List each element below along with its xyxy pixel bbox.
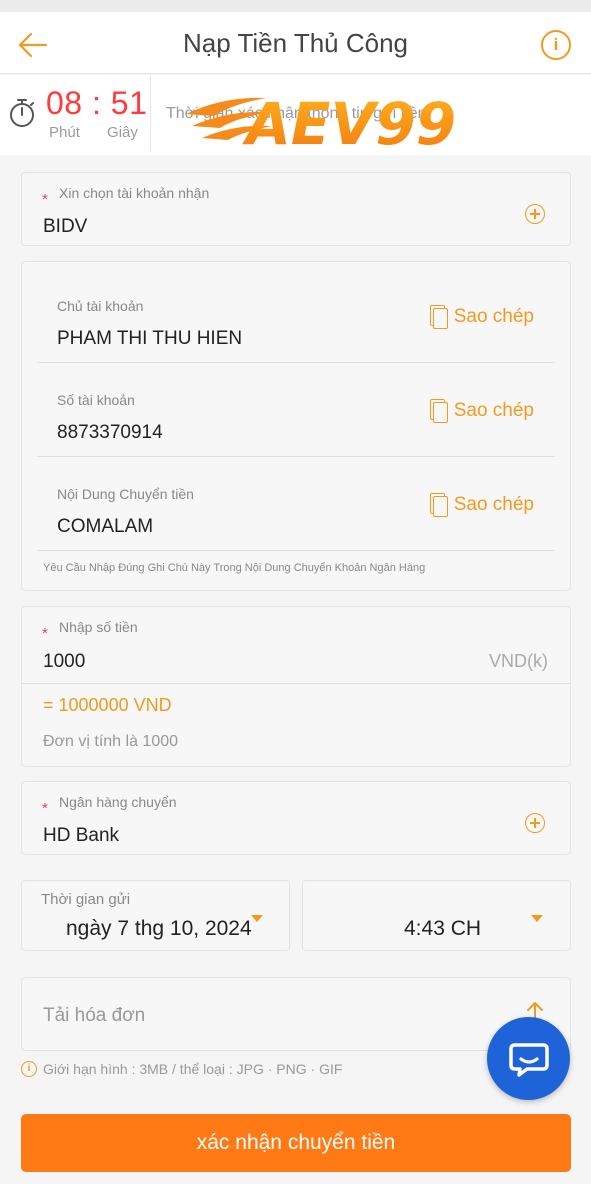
receive-account-label: Xin chọn tài khoản nhận	[59, 185, 210, 201]
timer-digits: 08 : 51	[46, 85, 148, 122]
stopwatch-icon	[10, 99, 34, 127]
receive-account-field[interactable]: * Xin chọn tài khoản nhận BIDV	[21, 172, 571, 246]
account-details-card: Chủ tài khoản PHAM THI THU HIEN Sao chép…	[21, 261, 571, 591]
sending-bank-value: HD Bank	[43, 825, 120, 846]
account-holder-label: Chủ tài khoản	[57, 298, 144, 314]
minutes-label: Phút	[49, 124, 80, 141]
amount-unit: VND(k)	[489, 651, 548, 671]
copy-button-transfer-content[interactable]: Sao chép	[429, 493, 534, 517]
timer-seconds: 51	[110, 85, 148, 121]
date-picker[interactable]: Thời gian gửi ngày 7 thg 10, 2024	[21, 880, 290, 951]
transfer-content-value: COMALAM	[57, 516, 154, 537]
copy-button-account-holder[interactable]: Sao chép	[429, 305, 534, 329]
plus-circle-icon[interactable]	[525, 204, 545, 224]
send-date-value: ngày 7 thg 10, 2024	[66, 917, 252, 940]
plus-circle-icon[interactable]	[525, 813, 545, 833]
converted-amount: = 1000000 VND	[43, 695, 172, 715]
required-mark: *	[42, 625, 48, 642]
header: Nạp Tiền Thủ Công i	[0, 12, 591, 74]
status-bar	[0, 0, 591, 12]
transfer-note: Yêu Cầu Nhập Đúng Ghi Chú Này Trong Nội …	[43, 562, 426, 574]
divider	[22, 683, 570, 684]
chat-bubble-icon	[508, 1042, 549, 1077]
upload-limit: i Giới hạn hình : 3MB / thể loại : JPG ·…	[21, 1061, 342, 1077]
dropdown-arrow-icon	[251, 915, 263, 922]
svg-text:AEV99: AEV99	[242, 92, 456, 152]
countdown: 08 : 51 Phút Giây	[46, 85, 148, 141]
account-number-label: Số tài khoản	[57, 392, 135, 408]
divider	[37, 456, 555, 457]
send-time-value: 4:43 CH	[404, 917, 482, 940]
amount-input[interactable]: 1000	[43, 651, 85, 673]
time-picker[interactable]: 4:43 CH	[302, 880, 571, 951]
copy-label: Sao chép	[453, 494, 534, 515]
dropdown-arrow-icon	[531, 915, 543, 922]
send-time-label: Thời gian gửi	[41, 891, 131, 908]
sending-bank-field[interactable]: * Ngân hàng chuyển HD Bank	[21, 781, 571, 855]
brand-logo: AEV99	[186, 92, 456, 152]
seconds-label: Giây	[107, 124, 138, 141]
receive-account-value: BIDV	[43, 216, 88, 237]
divider	[150, 75, 151, 151]
sending-bank-label: Ngân hàng chuyển	[59, 794, 177, 810]
info-button[interactable]: i	[541, 30, 571, 60]
amount-hint: Đơn vị tính là 1000	[43, 733, 179, 750]
copy-icon	[429, 493, 448, 517]
copy-label: Sao chép	[453, 306, 534, 327]
required-mark: *	[42, 800, 48, 817]
submit-button[interactable]: xác nhận chuyển tiền	[21, 1114, 571, 1172]
copy-icon	[429, 305, 448, 329]
info-icon: i	[21, 1061, 37, 1077]
upload-placeholder: Tải hóa đơn	[43, 1005, 146, 1026]
upload-field[interactable]: Tải hóa đơn	[21, 977, 571, 1051]
required-mark: *	[42, 191, 48, 208]
chat-button[interactable]	[487, 1017, 570, 1100]
upload-limit-text: Giới hạn hình : 3MB / thể loại : JPG · P…	[43, 1061, 343, 1077]
copy-label: Sao chép	[453, 400, 534, 421]
copy-button-account-number[interactable]: Sao chép	[429, 399, 534, 423]
account-holder-value: PHAM THI THU HIEN	[57, 328, 243, 349]
divider	[37, 362, 555, 363]
copy-icon	[429, 399, 448, 423]
amount-card: * Nhập số tiền 1000 VND(k) = 1000000 VND…	[21, 606, 571, 767]
account-number-value: 8873370914	[57, 422, 163, 443]
divider	[37, 550, 555, 551]
page-title: Nạp Tiền Thủ Công	[183, 28, 408, 58]
timer-separator: :	[91, 85, 102, 121]
timer-minutes: 08	[46, 85, 83, 121]
transfer-content-label: Nội Dung Chuyển tiền	[57, 486, 194, 502]
amount-label: Nhập số tiền	[59, 619, 138, 635]
